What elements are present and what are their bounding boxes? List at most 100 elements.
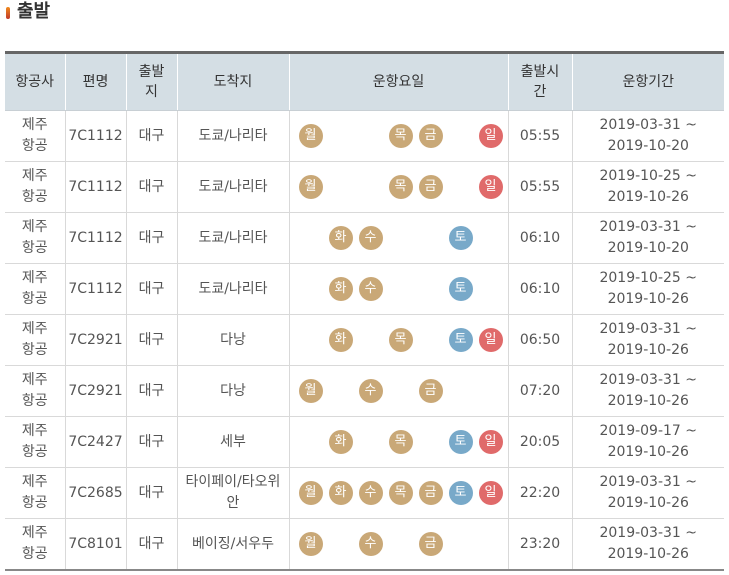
day-badge: 일: [478, 124, 503, 148]
cell-arrival: 다낭: [176, 314, 289, 366]
cell-departure: 대구: [125, 518, 177, 571]
cell-arrival: 도쿄/나리타: [176, 263, 289, 315]
day-badge: 목: [388, 124, 413, 148]
cell-time: 06:10: [507, 212, 572, 264]
day-badge: 목: [388, 328, 413, 352]
table-row: 제주항공 7C1112 대구 도쿄/나리타 월 목 금 일 05:55 2019-03-31 ~ …: [5, 110, 724, 162]
title-marker-icon: [6, 7, 10, 19]
day-badge: 월: [298, 124, 323, 148]
cell-period: 2019-09-17 ~ 2019-10-26: [571, 416, 724, 468]
cell-flight: 7C2921: [64, 365, 126, 417]
page-title: 출발: [17, 1, 51, 22]
cell-departure: 대구: [125, 467, 177, 519]
day-badge: 일: [478, 481, 503, 505]
header-flight: 편명: [64, 52, 126, 111]
days-group: 화수 토: [290, 264, 508, 314]
cell-period: 2019-03-31 ~ 2019-10-20: [571, 212, 724, 264]
cell-arrival: 베이징/서우두: [176, 518, 289, 571]
header-airline: 항공사: [5, 52, 65, 111]
header-days: 운항요일: [288, 52, 508, 111]
cell-arrival: 도쿄/나리타: [176, 161, 289, 213]
cell-departure: 대구: [125, 161, 177, 213]
day-badge: 금: [418, 481, 443, 505]
day-badge: 화: [328, 226, 353, 250]
day-badge: 금: [418, 379, 443, 403]
table-row: 제주항공 7C2921 대구 다낭 월 수 금 07:20 2019-03-31 ~ 2019-…: [5, 365, 724, 417]
header-departure: 출발지: [125, 52, 177, 111]
cell-departure: 대구: [125, 263, 177, 315]
days-group: 월수금: [290, 519, 508, 569]
cell-period: 2019-03-31 ~ 2019-10-26: [571, 467, 724, 519]
cell-period: 2019-10-25 ~ 2019-10-26: [571, 161, 724, 213]
cell-departure: 대구: [125, 365, 177, 417]
cell-period: 2019-10-25 ~ 2019-10-26: [571, 263, 724, 315]
cell-departure: 대구: [125, 314, 177, 366]
cell-time: 05:55: [507, 110, 572, 162]
cell-period: 2019-03-31 ~ 2019-10-20: [571, 110, 724, 162]
cell-arrival: 도쿄/나리타: [176, 110, 289, 162]
days-group: 월수금: [290, 366, 508, 416]
cell-period: 2019-03-31 ~ 2019-10-26: [571, 314, 724, 366]
day-badge: 일: [478, 328, 503, 352]
cell-time: 22:20: [507, 467, 572, 519]
day-badge: 금: [418, 124, 443, 148]
day-badge: 토: [448, 277, 473, 301]
table-row: 제주항공 7C8101 대구 베이징/서우두 월 수 금 23:20 2019-03-31 ~ …: [5, 518, 724, 571]
cell-days: 월 목금 일: [288, 110, 508, 162]
cell-airline: 제주항공: [5, 467, 65, 519]
day-badge: 금: [418, 175, 443, 199]
days-group: 월 목금 일: [290, 162, 508, 212]
cell-period: 2019-03-31 ~ 2019-10-26: [571, 518, 724, 571]
cell-time: 23:20: [507, 518, 572, 571]
cell-flight: 7C8101: [64, 518, 126, 571]
cell-flight: 7C2921: [64, 314, 126, 366]
table-row: 제주항공 7C1112 대구 도쿄/나리타 화 수 토 06:10 2019-03-31 ~ 2…: [5, 212, 724, 264]
cell-time: 06:10: [507, 263, 572, 315]
days-group: 화수 토: [290, 213, 508, 263]
cell-days: 화 목 토일: [288, 314, 508, 366]
cell-days: 화수 토: [288, 212, 508, 264]
cell-airline: 제주항공: [5, 212, 65, 264]
cell-airline: 제주항공: [5, 518, 65, 571]
cell-period: 2019-03-31 ~ 2019-10-26: [571, 365, 724, 417]
day-badge: 금: [418, 532, 443, 556]
day-badge: 월: [298, 481, 323, 505]
cell-arrival: 도쿄/나리타: [176, 212, 289, 264]
table-header-row: 항공사 편명 출발지 도착지 운항요일 출발시간 운항기간: [5, 52, 724, 111]
day-badge: 수: [358, 481, 383, 505]
cell-flight: 7C2685: [64, 467, 126, 519]
table-row: 제주항공 7C2427 대구 세부 화 목 토 일 20:05 2019-09-17 ~ 2019…: [5, 416, 724, 468]
day-badge: 수: [358, 226, 383, 250]
cell-arrival: 세부: [176, 416, 289, 468]
day-badge: 월: [298, 532, 323, 556]
day-badge: 화: [328, 430, 353, 454]
day-badge: 일: [478, 430, 503, 454]
header-arrival: 도착지: [176, 52, 289, 111]
days-group: 화 목 토일: [290, 417, 508, 467]
cell-departure: 대구: [125, 110, 177, 162]
cell-airline: 제주항공: [5, 416, 65, 468]
section-header: 출발: [0, 0, 729, 28]
day-badge: 목: [388, 430, 413, 454]
cell-days: 월화수목금토일: [288, 467, 508, 519]
header-period: 운항기간: [571, 52, 724, 111]
table-row: 제주항공 7C1112 대구 도쿄/나리타 월 목 금 일 05:55 2019-10-25 ~ …: [5, 161, 724, 213]
cell-days: 화수 토: [288, 263, 508, 315]
cell-flight: 7C1112: [64, 212, 126, 264]
day-badge: 토: [448, 481, 473, 505]
cell-time: 05:55: [507, 161, 572, 213]
cell-flight: 7C1112: [64, 161, 126, 213]
cell-days: 월수금: [288, 365, 508, 417]
cell-airline: 제주항공: [5, 263, 65, 315]
day-badge: 목: [388, 481, 413, 505]
cell-flight: 7C1112: [64, 263, 126, 315]
day-badge: 수: [358, 379, 383, 403]
cell-flight: 7C1112: [64, 110, 126, 162]
cell-airline: 제주항공: [5, 110, 65, 162]
cell-days: 월수금: [288, 518, 508, 571]
cell-departure: 대구: [125, 212, 177, 264]
cell-days: 화 목 토일: [288, 416, 508, 468]
day-badge: 토: [448, 328, 473, 352]
table-row: 제주항공 7C2921 대구 다낭 화 목 토 일 06:50 2019-03-31 ~ 2019…: [5, 314, 724, 366]
cell-arrival: 타이페이/타오위안: [176, 467, 289, 519]
